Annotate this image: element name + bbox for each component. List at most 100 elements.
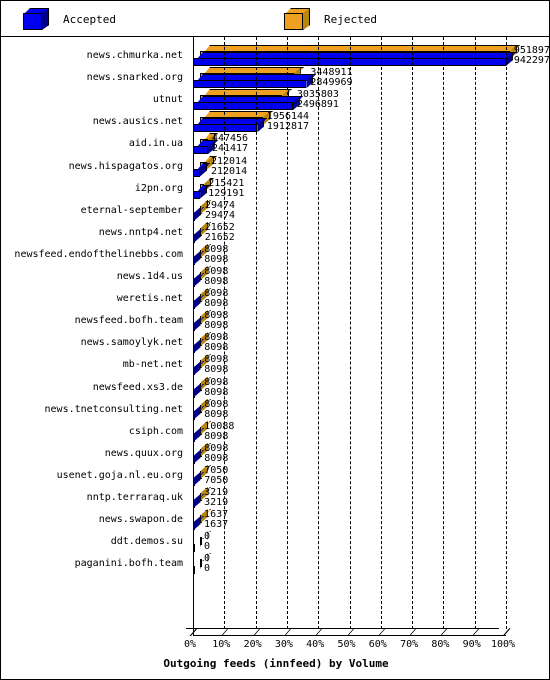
- cube-front-face: [284, 13, 303, 30]
- bar-segment-accepted: [193, 118, 268, 133]
- bar-row: news.hispagatos.org 212014 212014: [1, 155, 549, 178]
- value-label-rejected: 8098: [204, 276, 229, 287]
- bar-segment-accepted: [193, 361, 204, 376]
- bar-front-face: [193, 124, 258, 133]
- bar-row: utnut 3035803 2496891: [1, 89, 549, 111]
- value-label-rejected: 8098: [204, 298, 229, 310]
- bar-row: newsfeed.endofthelinebbs.com 8098 8098: [1, 243, 549, 266]
- bar-segment-accepted: [193, 162, 211, 177]
- bar-segment-rejected: [200, 553, 211, 568]
- legend-item-accepted: Accepted: [23, 7, 116, 31]
- bar-segment-rejected: [200, 376, 211, 391]
- bar-segment-accepted: [193, 383, 204, 398]
- bar-segment-accepted: [193, 449, 204, 464]
- bar-segment-rejected: [200, 420, 211, 435]
- value-label-rejected: 8098: [204, 452, 229, 464]
- cube-icon-accepted: [23, 8, 49, 30]
- value-label-rejected: 8098: [204, 386, 229, 398]
- bar-end-cap: [193, 317, 201, 332]
- axis-depth-connector: [189, 628, 208, 636]
- bar-group: [1, 332, 549, 354]
- bar-row: newsfeed.xs3.de 8098 8098: [1, 376, 549, 399]
- bar-end-cap: [194, 538, 201, 553]
- bar-segment-rejected: [200, 243, 211, 258]
- value-label-rejected: 3219: [204, 497, 229, 508]
- bar-end-cap: [193, 339, 201, 354]
- x-axis-back-line: [186, 628, 499, 629]
- value-label-rejected: 241417: [211, 143, 249, 155]
- bar-segment-accepted: [193, 427, 204, 442]
- value-label-rejected: 21652: [204, 231, 235, 243]
- bar-end-cap: [193, 494, 201, 508]
- x-axis-tick: [471, 629, 479, 636]
- bar-end-cap: [193, 228, 201, 243]
- bar-end-cap: [194, 560, 201, 575]
- bar-group: [1, 420, 549, 443]
- bar-segment-rejected: [200, 266, 211, 280]
- bar-end-cap: [193, 206, 201, 221]
- bar-row: news.chmurka.net95189719422973: [1, 45, 550, 67]
- bar-group: [1, 288, 549, 310]
- bar-group: [1, 221, 549, 244]
- bar-group: [1, 199, 549, 222]
- bar-group: [1, 398, 549, 421]
- bar-segment-accepted: [193, 560, 204, 575]
- x-axis-tick: [377, 629, 385, 636]
- value-label-rejected: 9422973: [513, 55, 550, 66]
- bar-row: i2pn.org 215421 129191: [1, 177, 549, 200]
- bar-end-cap: [193, 250, 201, 265]
- bar-group: [1, 442, 549, 465]
- value-label-accepted: 8098: [204, 376, 229, 388]
- bar-end-cap: [193, 361, 201, 376]
- bar-end-cap: [193, 516, 201, 531]
- value-label-rejected: 8098: [204, 342, 229, 354]
- x-axis-tick: [283, 629, 291, 636]
- bar-group: [1, 243, 549, 266]
- x-axis-tick: [221, 629, 229, 636]
- bar-segment-rejected: [200, 509, 211, 524]
- axis-depth-connector: [502, 628, 521, 636]
- chart-page: Accepted Rejected news.chmurka.net 951897…: [0, 0, 550, 680]
- bar-front-face: [193, 80, 307, 89]
- bar-group: [1, 266, 549, 288]
- bar-end-cap: [193, 383, 201, 398]
- legend-label-accepted: Accepted: [63, 12, 116, 26]
- bar-end-cap: [193, 295, 201, 310]
- plot-area: news.chmurka.net95189719422973news.snark…: [1, 37, 550, 679]
- bar-segment-rejected: [200, 398, 211, 413]
- bar-group: [1, 155, 549, 178]
- bar-group: [1, 509, 549, 531]
- bar-row: aid.in.ua 447456 241417: [1, 133, 549, 155]
- bar-segment-accepted: [193, 206, 205, 221]
- bar-group: [1, 531, 549, 553]
- value-label-rejected: 8098: [204, 364, 229, 376]
- bar-segment-rejected: [200, 332, 211, 347]
- value-label-accepted: 212014: [210, 155, 248, 167]
- value-label-rejected: 8098: [204, 430, 229, 442]
- legend-item-rejected: Rejected: [284, 7, 377, 31]
- value-label-rejected: 29474: [204, 209, 236, 221]
- bar-segment-rejected: [200, 310, 211, 325]
- bar-row: news.quux.org 8098 8098: [1, 442, 549, 465]
- bar-row: eternal-september 29474 29474: [1, 199, 549, 222]
- value-label-rejected: 129191: [208, 187, 245, 199]
- bar-row: nntp.terraraq.uk 3219 3219: [1, 487, 549, 509]
- value-label-rejected: 0: [204, 541, 211, 553]
- bar-segment-rejected: [200, 442, 211, 457]
- bar-row: usenet.goja.nl.eu.org 7050 7050: [1, 464, 549, 487]
- bar-segment-accepted: [193, 96, 303, 111]
- bar-group: [1, 89, 549, 111]
- cube-front-face: [23, 13, 42, 30]
- x-axis-line: [193, 635, 506, 636]
- bar-segment-rejected: [200, 221, 211, 236]
- bar-row: csiph.com 10088 8098: [1, 420, 549, 443]
- bar-segment-accepted: [193, 273, 204, 287]
- bar-row: news.nntp4.net 21652 21652: [1, 221, 549, 244]
- value-label-rejected: 8098: [204, 320, 229, 332]
- chart-title: Outgoing feeds (innfeed) by Volume: [163, 657, 389, 670]
- x-axis-tick: [315, 629, 323, 636]
- bar-group: [1, 553, 549, 575]
- bar-segment-rejected: [200, 288, 211, 303]
- x-axis-tick-label: 100%: [490, 639, 516, 650]
- value-label-rejected: 2496891: [296, 99, 339, 111]
